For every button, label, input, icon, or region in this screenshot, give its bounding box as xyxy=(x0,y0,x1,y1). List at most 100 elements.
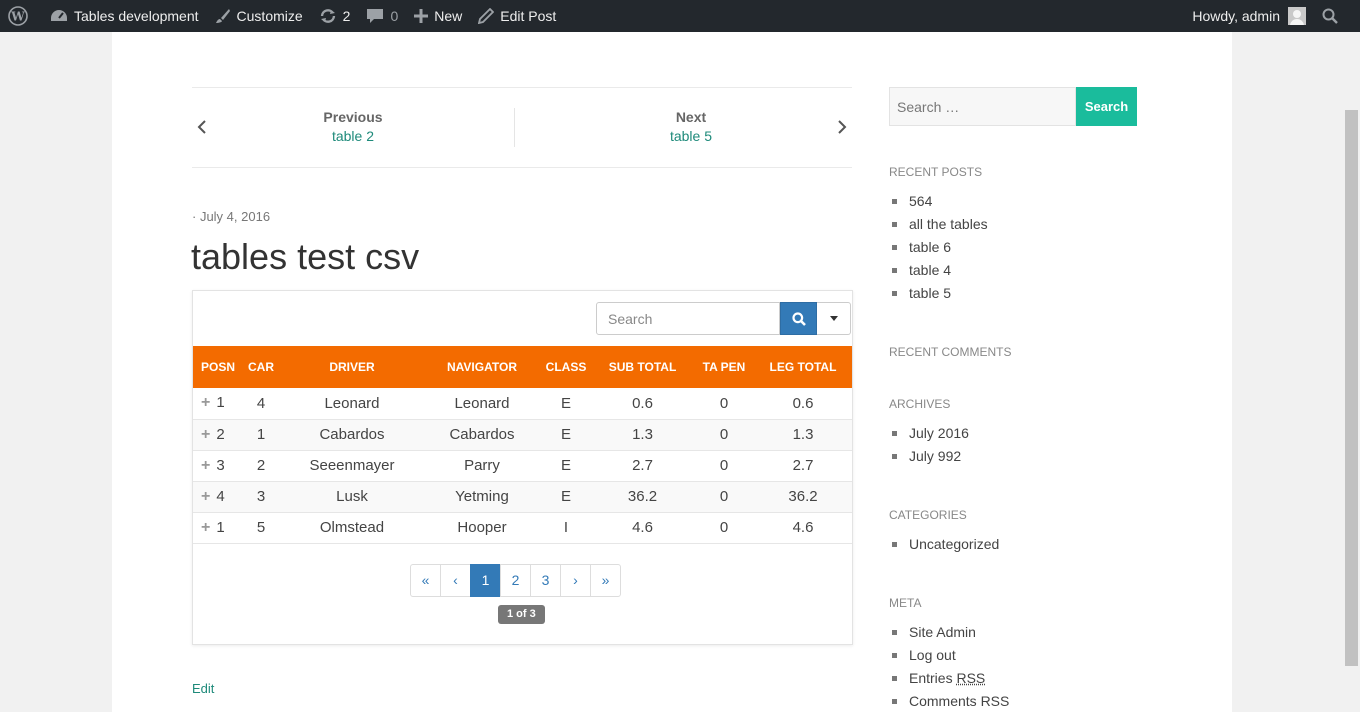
updates-count: 2 xyxy=(342,8,351,24)
previous-label: Previous xyxy=(323,109,383,125)
updates-link[interactable]: 2 xyxy=(311,0,359,32)
table-cell: 5 xyxy=(256,519,266,536)
table-cell: 4.6 xyxy=(792,519,814,536)
table-cell: 1.3 xyxy=(632,426,653,443)
search-icon xyxy=(791,311,806,326)
archives-title: ARCHIVES xyxy=(889,397,951,411)
position-value: 3 xyxy=(216,456,225,474)
site-admin-link[interactable]: Site Admin xyxy=(889,621,1009,644)
expand-row-icon[interactable]: + xyxy=(201,519,210,536)
previous-page-button[interactable]: ‹ xyxy=(440,564,471,597)
expand-row-icon[interactable]: + xyxy=(201,394,210,411)
expand-row-icon[interactable]: + xyxy=(201,488,210,505)
page-button[interactable]: 2 xyxy=(500,564,531,597)
scrollbar-thumb[interactable] xyxy=(1345,110,1358,666)
avatar xyxy=(1288,7,1306,25)
wordpress-logo-icon[interactable]: W xyxy=(0,0,42,32)
site-name-menu[interactable]: Tables development xyxy=(42,0,207,32)
entries-rss-link[interactable]: Entries RSS xyxy=(889,667,1009,690)
rss-abbr: RSS xyxy=(956,670,986,686)
previous-title: table 2 xyxy=(331,128,375,144)
account-menu[interactable]: Howdy, admin xyxy=(1184,0,1314,32)
table-row: +4 3 Lusk Yetming E 36.2 0 36.2 xyxy=(193,481,852,512)
column-header[interactable]: DRIVER xyxy=(281,346,423,388)
recent-post-link[interactable]: table 5 xyxy=(889,282,988,305)
table-cell: 0 xyxy=(719,519,729,536)
sidebar-search: Search xyxy=(889,87,1137,126)
log-out-link[interactable]: Log out xyxy=(889,644,1009,667)
edit-post-link[interactable]: Edit Post xyxy=(470,0,564,32)
column-header[interactable]: NAVIGATOR xyxy=(423,346,541,388)
next-post-link[interactable]: Next table 5 xyxy=(530,108,852,146)
table-cell: 0 xyxy=(719,394,729,412)
table-cell: 36.2 xyxy=(788,488,818,505)
next-title: table 5 xyxy=(669,128,713,144)
search-icon xyxy=(1322,8,1338,24)
table-cell: 4 xyxy=(256,394,266,412)
position-value: 1 xyxy=(216,394,225,412)
recent-post-link[interactable]: all the tables xyxy=(889,213,988,236)
customize-link[interactable]: Customize xyxy=(207,0,311,32)
pencil-icon xyxy=(478,8,495,24)
column-header[interactable]: LEG TOTAL xyxy=(754,346,852,388)
first-page-button[interactable]: « xyxy=(410,564,441,597)
column-header[interactable]: CAR xyxy=(241,346,281,388)
categories-list: Uncategorized xyxy=(889,533,999,556)
next-page-button[interactable]: › xyxy=(560,564,591,597)
page-content: Previous table 2 Next table 5 · July 4, … xyxy=(112,32,1232,712)
recent-post-link[interactable]: 564 xyxy=(889,190,988,213)
column-header[interactable]: SUB TOTAL xyxy=(591,346,694,388)
comments-link[interactable]: 0 xyxy=(358,0,406,32)
table-cell: 0.6 xyxy=(632,394,653,412)
comment-bubble-icon xyxy=(367,9,384,23)
columns-dropdown-button[interactable] xyxy=(817,302,851,335)
column-header[interactable]: CLASS xyxy=(541,346,591,388)
archive-link[interactable]: July 992 xyxy=(889,445,969,468)
recent-post-link[interactable]: table 4 xyxy=(889,259,988,282)
position-cell: +4 xyxy=(193,481,241,512)
table-cell: Olmstead xyxy=(319,519,385,536)
sidebar-search-input[interactable] xyxy=(889,87,1076,126)
category-link[interactable]: Uncategorized xyxy=(889,533,999,556)
position-value: 4 xyxy=(216,487,225,505)
table-cell: Seeenmayer xyxy=(309,457,395,474)
recent-post-link[interactable]: table 6 xyxy=(889,236,988,259)
table-cell: 0 xyxy=(719,457,729,474)
archive-link[interactable]: July 2016 xyxy=(889,422,969,445)
page-count-badge: 1 of 3 xyxy=(498,605,545,624)
table-cell: E xyxy=(560,457,571,474)
meta-title: META xyxy=(889,596,922,610)
previous-post-link[interactable]: Previous table 2 xyxy=(192,108,514,146)
post-date: · July 4, 2016 xyxy=(192,209,271,224)
table-cell: 2.7 xyxy=(792,457,814,474)
column-header[interactable]: POSN xyxy=(193,346,241,388)
table-cell: 4.6 xyxy=(632,519,653,536)
table-cell: E xyxy=(560,426,571,443)
table-search-input[interactable] xyxy=(596,302,780,335)
comments-rss-link[interactable]: Comments RSS xyxy=(889,690,1009,712)
sidebar-search-button[interactable]: Search xyxy=(1076,87,1137,126)
expand-row-icon[interactable]: + xyxy=(201,457,210,474)
admin-bar: W Tables development Customize 2 0 New E… xyxy=(0,0,1360,32)
scrollbar[interactable] xyxy=(1343,32,1360,712)
expand-row-icon[interactable]: + xyxy=(201,426,210,443)
new-content-link[interactable]: New xyxy=(406,0,470,32)
brush-icon xyxy=(215,9,230,23)
comments-count: 0 xyxy=(390,8,399,24)
table-row: +2 1 Cabardos Cabardos E 1.3 0 1.3 xyxy=(193,419,852,450)
edit-post-link-bottom[interactable]: Edit xyxy=(192,681,214,696)
adminbar-search-button[interactable] xyxy=(1314,0,1360,32)
table-search-button[interactable] xyxy=(780,302,817,335)
post-navigation: Previous table 2 Next table 5 xyxy=(192,87,852,168)
page-button[interactable]: 3 xyxy=(530,564,561,597)
column-header[interactable]: TA PEN xyxy=(694,346,754,388)
page-button[interactable]: 1 xyxy=(470,564,501,597)
svg-text:W: W xyxy=(10,10,25,24)
table-cell: Lusk xyxy=(336,488,368,505)
chevron-right-icon[interactable] xyxy=(836,118,848,141)
table-cell: Hooper xyxy=(457,519,507,536)
table-cell: 36.2 xyxy=(627,488,658,505)
last-page-button[interactable]: » xyxy=(590,564,621,597)
entries-rss-prefix: Entries xyxy=(909,670,953,686)
table-cell: E xyxy=(560,394,571,412)
